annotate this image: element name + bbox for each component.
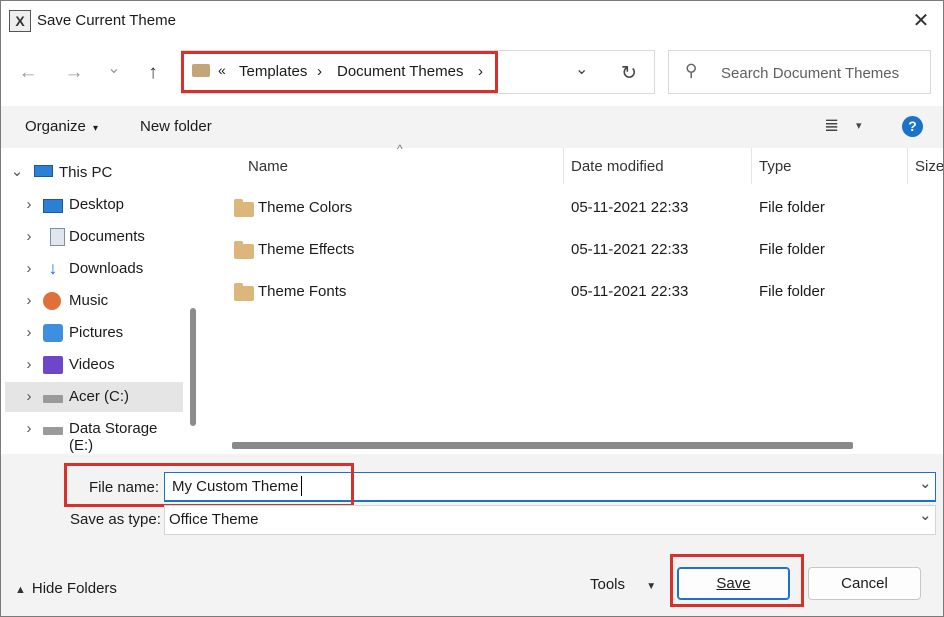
cancel-button[interactable]: Cancel [808, 567, 921, 600]
expand-chevron-icon[interactable]: › [22, 356, 36, 373]
computer-icon [34, 165, 53, 177]
file-list-horizontal-scrollbar[interactable] [232, 442, 853, 449]
column-separator[interactable] [563, 148, 564, 184]
expand-chevron-icon[interactable]: › [22, 292, 36, 309]
tree-item-pictures[interactable]: › Pictures [5, 318, 183, 348]
file-name-cell: Theme Colors [258, 199, 353, 216]
tree-label-pictures: Pictures [69, 324, 124, 341]
column-header-date-modified[interactable]: Date modified [571, 158, 664, 175]
save-as-type-select[interactable] [164, 505, 936, 535]
sort-ascending-icon: ^ [397, 142, 403, 156]
folder-icon [234, 283, 254, 301]
tree-label-music: Music [69, 292, 109, 309]
tree-label-acer-c: Acer (C:) [69, 388, 129, 405]
tree-item-data-storage-e[interactable]: › Data Storage (E:) [5, 414, 183, 454]
recent-locations-chevron-icon[interactable]: ⌄ [101, 57, 127, 83]
file-row[interactable]: Theme Fonts 05-11-2021 22:33 File folder [221, 273, 936, 309]
expand-chevron-icon[interactable]: ⌄ [10, 162, 24, 180]
expand-chevron-icon[interactable]: › [22, 388, 36, 405]
expand-chevron-icon[interactable]: › [22, 420, 36, 437]
column-separator[interactable] [751, 148, 752, 184]
file-name-cell: Theme Effects [258, 241, 355, 258]
file-name-cell: Theme Fonts [258, 283, 347, 300]
folder-icon [234, 199, 254, 217]
nav-pane-scrollbar[interactable] [190, 308, 196, 426]
expand-chevron-icon[interactable]: › [22, 324, 36, 341]
tools-caret-icon: ▼ [646, 581, 657, 592]
date-modified-cell: 05-11-2021 22:33 [571, 283, 689, 300]
type-cell: File folder [759, 283, 825, 300]
date-modified-cell: 05-11-2021 22:33 [571, 241, 689, 258]
file-row[interactable]: Theme Effects 05-11-2021 22:33 File folder [221, 231, 936, 267]
tree-item-documents[interactable]: › Documents [5, 222, 183, 252]
hide-folders-caret-icon: ▲ [15, 584, 26, 596]
new-folder-button[interactable]: New folder [140, 118, 212, 135]
back-arrow-icon[interactable]: ← [15, 61, 41, 87]
organize-label: Organize [25, 118, 86, 135]
tools-button[interactable]: Tools ▼ [590, 576, 656, 593]
save-as-type-value: Office Theme [169, 511, 259, 528]
tree-label-downloads: Downloads [69, 260, 144, 277]
tree-label-this-pc: This PC [59, 164, 113, 181]
tree-item-this-pc[interactable]: ⌄ This PC [1, 158, 186, 188]
app-icon: X [9, 10, 31, 32]
save-highlight-box [670, 554, 804, 607]
hide-folders-label: Hide Folders [31, 580, 117, 597]
expand-chevron-icon[interactable]: › [22, 260, 36, 277]
expand-chevron-icon[interactable]: › [22, 228, 36, 245]
column-separator[interactable] [907, 148, 908, 184]
tree-item-acer-c[interactable]: › Acer (C:) [5, 382, 183, 412]
file-name-dropdown-chevron-icon[interactable]: ⌄ [919, 474, 932, 492]
organize-button[interactable]: Organize ▾ [25, 118, 98, 135]
tree-item-music[interactable]: › Music [5, 286, 183, 316]
type-cell: File folder [759, 199, 825, 216]
up-arrow-icon[interactable]: ↑ [140, 61, 166, 87]
organize-caret-icon: ▾ [93, 123, 99, 134]
date-modified-cell: 05-11-2021 22:33 [571, 199, 689, 216]
search-icon: ⚲ [685, 61, 698, 80]
file-name-highlight-box [64, 463, 354, 507]
address-highlight-box [181, 51, 498, 93]
view-caret-icon[interactable]: ▾ [856, 119, 862, 132]
title-bar: X Save Current Theme ✕ [1, 1, 943, 41]
save-dialog: X Save Current Theme ✕ ← → ⌄ ↑ « Templat… [0, 0, 944, 617]
expand-chevron-icon[interactable]: › [22, 196, 36, 213]
column-header-name[interactable]: Name [248, 158, 288, 175]
view-options-icon[interactable]: ≣ [824, 115, 839, 136]
documents-icon [50, 228, 65, 246]
downloads-icon: ↓ [48, 258, 58, 278]
tree-label-data-storage-e: Data Storage (E:) [69, 420, 158, 454]
desktop-icon [43, 199, 63, 213]
drive-icon [43, 395, 63, 403]
tree-item-downloads[interactable]: › ↓ Downloads [5, 254, 183, 284]
refresh-icon[interactable]: ↻ [621, 62, 637, 85]
tree-item-desktop[interactable]: › Desktop [5, 190, 183, 220]
drive-icon [43, 427, 63, 435]
tree-label-videos: Videos [69, 356, 115, 373]
tree-label-desktop: Desktop [69, 196, 125, 213]
file-row[interactable]: Theme Colors 05-11-2021 22:33 File folder [221, 189, 936, 225]
save-as-type-dropdown-chevron-icon[interactable]: ⌄ [919, 506, 932, 524]
window-title: Save Current Theme [37, 12, 176, 29]
videos-icon [43, 356, 63, 374]
tree-item-videos[interactable]: › Videos [5, 350, 183, 380]
help-icon[interactable]: ? [902, 116, 923, 137]
music-icon [43, 292, 61, 310]
forward-arrow-icon[interactable]: → [61, 61, 87, 87]
address-dropdown-chevron-icon[interactable]: ⌄ [575, 59, 588, 79]
type-cell: File folder [759, 241, 825, 258]
hide-folders-button[interactable]: ▲ Hide Folders [15, 580, 117, 597]
close-icon[interactable]: ✕ [906, 9, 936, 33]
save-as-type-label: Save as type: [70, 511, 161, 528]
column-header-size[interactable]: Size [915, 158, 943, 175]
column-header-type[interactable]: Type [759, 158, 792, 175]
search-placeholder: Search Document Themes [721, 65, 900, 82]
tree-label-documents: Documents [69, 228, 145, 245]
folder-icon [234, 241, 254, 259]
tools-label: Tools [590, 576, 626, 593]
pictures-icon [43, 324, 63, 342]
